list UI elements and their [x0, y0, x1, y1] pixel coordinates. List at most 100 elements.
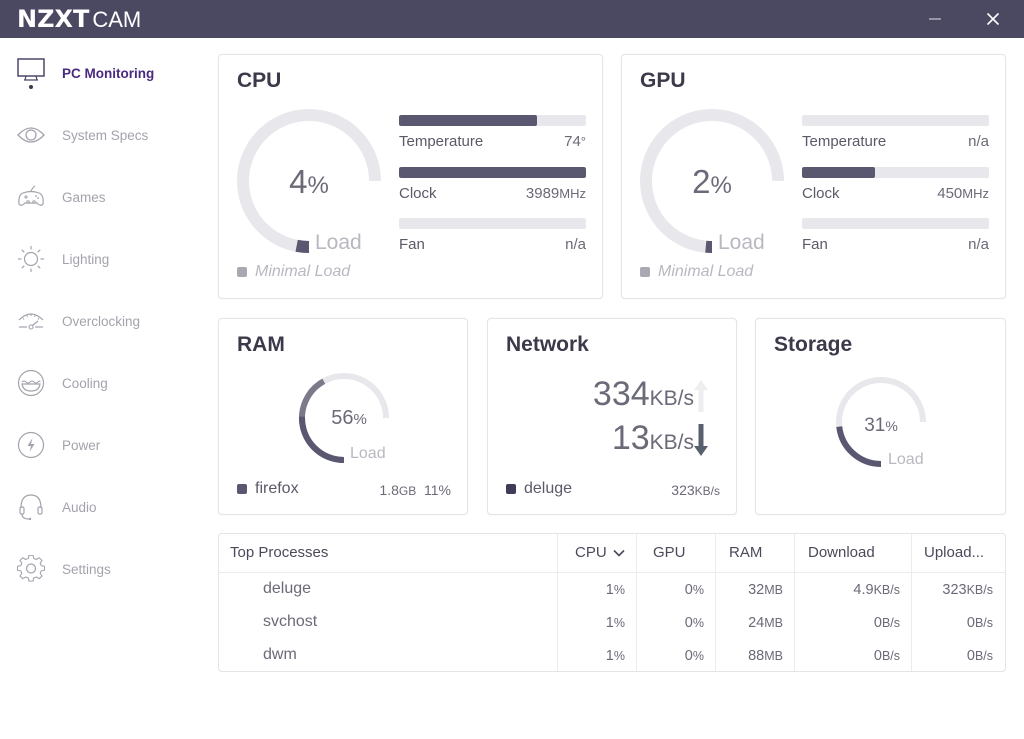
header-gpu[interactable]: GPU	[653, 544, 686, 561]
process-ram: 24MB	[748, 615, 783, 631]
sidebar-item-label: PC Monitoring	[62, 65, 155, 81]
monitor-icon	[16, 58, 46, 89]
process-upload: 0B/s	[967, 615, 993, 631]
storage-load-value: 31%	[846, 415, 916, 437]
sidebar-item-games[interactable]: Games	[0, 172, 200, 222]
ram-load-unit: %	[353, 411, 367, 428]
chevron-down-icon	[613, 549, 625, 557]
minimize-button[interactable]	[912, 0, 958, 38]
metric-value: n/a	[565, 236, 586, 253]
sidebar-item-pc-monitoring[interactable]: PC Monitoring	[0, 48, 200, 98]
close-icon	[986, 12, 1000, 26]
process-ram: 32MB	[748, 582, 783, 598]
sidebar-item-power[interactable]: Power	[0, 420, 200, 470]
sidebar-item-audio[interactable]: Audio	[0, 482, 200, 532]
metric-label: Fan	[802, 236, 828, 253]
header-upload[interactable]: Upload...	[924, 544, 984, 561]
sidebar-item-cooling[interactable]: Cooling	[0, 358, 200, 408]
logo-cam: CAM	[92, 7, 142, 32]
header-download[interactable]: Download	[808, 544, 875, 561]
value: 1	[605, 615, 614, 631]
gpu-fan-bar	[802, 218, 989, 229]
sidebar-item-label: System Specs	[62, 127, 149, 143]
cpu-clock-bar-fill	[399, 167, 586, 178]
sidebar-item-settings[interactable]: Settings	[0, 544, 200, 594]
sidebar-item-label: Audio	[62, 499, 97, 515]
ram-top-process-percent: 11%	[424, 482, 451, 498]
value: 0	[684, 582, 693, 598]
network-upload-rate: 334 KB/s	[593, 375, 694, 414]
sidebar-item-lighting[interactable]: Lighting	[0, 234, 200, 284]
storage-card: Storage 31% Load	[755, 318, 1006, 515]
upload-unit: KB/s	[649, 387, 694, 410]
cpu-load-unit: %	[307, 172, 329, 199]
top-processes-table: Top Processes CPU GPU RAM Download Uploa…	[218, 533, 1006, 672]
process-name: dwm	[263, 646, 297, 663]
header-cpu-label: CPU	[575, 544, 607, 561]
value: 0	[873, 615, 882, 631]
metric-label: Clock	[802, 185, 840, 202]
header-divider	[219, 572, 1005, 573]
unit: %	[692, 583, 704, 597]
process-gpu: 0%	[685, 648, 704, 664]
value: 4.9	[853, 582, 874, 598]
value: 1	[605, 582, 614, 598]
process-download: 0B/s	[874, 615, 900, 631]
process-gpu: 0%	[685, 615, 704, 631]
sidebar: PC Monitoring System Specs Games Lightin…	[0, 38, 200, 739]
network-top-process-name: deluge	[524, 480, 573, 497]
metric-number: 74	[564, 133, 581, 150]
metric-number: n/a	[968, 236, 989, 253]
table-row[interactable]: dwm 1% 0% 88MB 0B/s 0B/s	[219, 640, 1005, 671]
sidebar-item-label: Lighting	[62, 251, 110, 267]
sidebar-item-label: Cooling	[62, 375, 108, 391]
metric-value: 450MHz	[937, 185, 989, 202]
metric-value: n/a	[968, 133, 989, 150]
process-name: deluge	[263, 580, 312, 597]
cpu-gauge-fill	[295, 239, 310, 253]
gpu-load-unit: %	[710, 172, 732, 199]
network-top-process-legend: deluge	[506, 480, 572, 498]
ram-top-process-size: 1.8	[379, 482, 399, 498]
upload-value: 334	[592, 375, 650, 413]
process-swatch	[237, 484, 247, 494]
cpu-fan-bar	[399, 218, 586, 229]
headset-icon	[16, 492, 46, 522]
storage-load-number: 31	[864, 415, 886, 436]
download-value: 13	[611, 419, 650, 457]
header-ram[interactable]: RAM	[729, 544, 762, 561]
gpu-clock-bar	[802, 167, 989, 178]
ram-top-process-usage: 1.8GB 11%	[379, 482, 451, 498]
value: 32	[748, 582, 765, 598]
table-row[interactable]: svchost 1% 0% 24MB 0B/s 0B/s	[219, 607, 1005, 640]
gpu-load-label: Load	[718, 231, 765, 254]
header-cpu[interactable]: CPU	[575, 544, 625, 561]
gpu-temperature-bar	[802, 115, 989, 126]
storage-load-gauge	[836, 377, 926, 467]
table-row[interactable]: deluge 1% 0% 32MB 4.9KB/s 323KB/s	[219, 574, 1005, 607]
cpu-clock-bar	[399, 167, 586, 178]
ram-load-label: Load	[350, 445, 386, 462]
unit: %	[613, 649, 625, 663]
unit: KB/s	[966, 583, 993, 597]
close-button[interactable]	[970, 0, 1016, 38]
metric-number: n/a	[968, 133, 989, 150]
status-swatch	[640, 267, 650, 277]
metric-number: 450	[937, 185, 963, 202]
value: 1	[605, 648, 614, 664]
gpu-status-legend: Minimal Load	[640, 263, 753, 281]
sidebar-item-overclocking[interactable]: Overclocking	[0, 296, 200, 346]
arrow-down-icon	[694, 424, 708, 456]
sidebar-item-system-specs[interactable]: System Specs	[0, 110, 200, 160]
unit: %	[613, 583, 625, 597]
metric-label: Temperature	[802, 133, 887, 150]
gamepad-icon	[16, 182, 46, 212]
sidebar-item-label: Settings	[62, 561, 111, 577]
cpu-card: CPU 4% Load Minimal Load Temperature 74°…	[218, 54, 603, 299]
process-cpu: 1%	[606, 582, 625, 598]
unit: B/s	[974, 649, 993, 663]
speedometer-icon	[16, 306, 46, 336]
gear-icon	[16, 554, 46, 584]
sun-icon	[16, 244, 46, 274]
lightning-icon	[16, 430, 46, 460]
